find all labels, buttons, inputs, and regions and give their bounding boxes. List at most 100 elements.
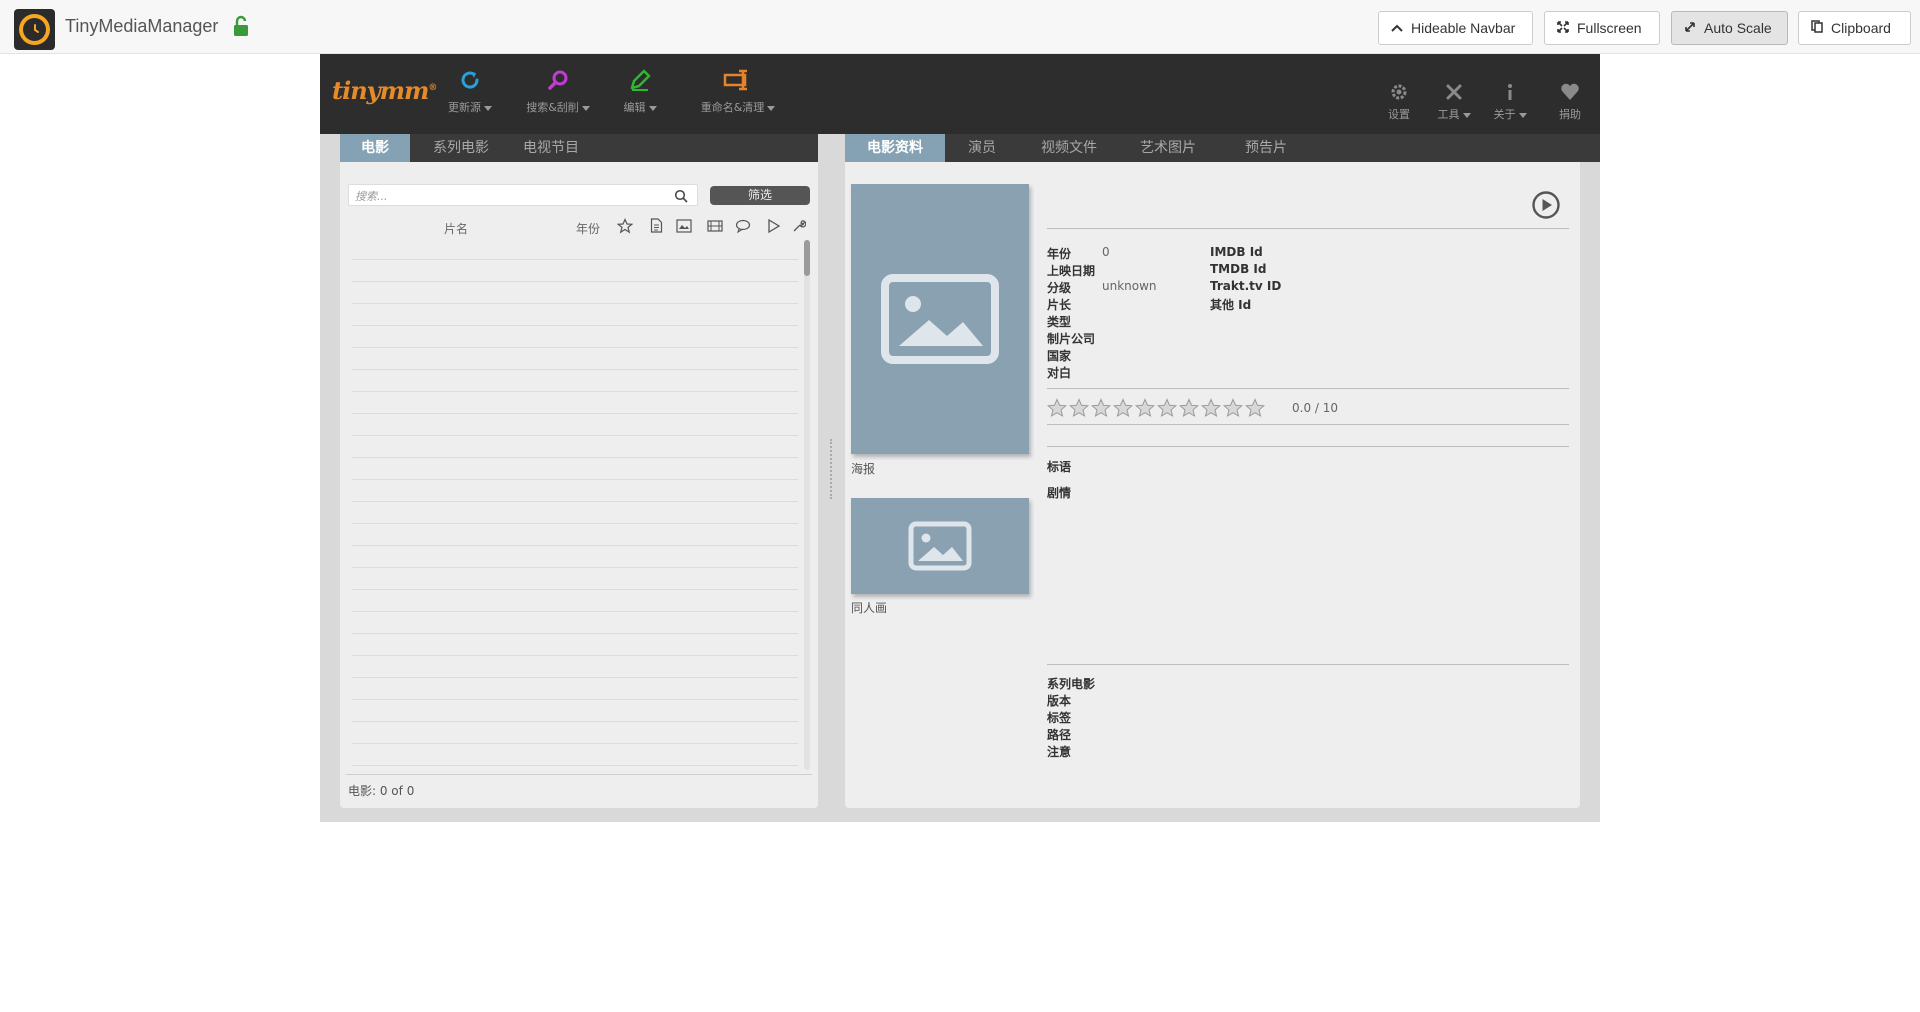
- table-row[interactable]: [352, 524, 798, 546]
- search-scrape-button[interactable]: 搜索&刮削: [520, 68, 596, 115]
- search-input[interactable]: 搜索...: [348, 184, 698, 206]
- table-row[interactable]: [352, 348, 798, 370]
- table-row[interactable]: [352, 700, 798, 722]
- detail-tabs: 电影资料 演员 视频文件 艺术图片 预告片: [845, 134, 1600, 171]
- image-placeholder-icon: [908, 521, 972, 571]
- tags-label: 标签: [1047, 711, 1072, 725]
- table-row[interactable]: [352, 458, 798, 480]
- tab-artwork[interactable]: 艺术图片: [1119, 134, 1217, 162]
- genre-label: 类型: [1047, 315, 1072, 329]
- media-type-tabs: 电影 系列电影 电视节目: [340, 134, 818, 171]
- rating-value: 0.0 / 10: [1292, 401, 1339, 415]
- gear-icon: [1391, 84, 1407, 100]
- image-icon[interactable]: [676, 218, 692, 237]
- chevron-up-icon: [1391, 20, 1403, 36]
- clipboard-label: Clipboard: [1831, 20, 1891, 36]
- film-icon[interactable]: [707, 218, 723, 237]
- fullscreen-button[interactable]: Fullscreen: [1544, 11, 1660, 45]
- tab-tv-shows[interactable]: 电视节目: [506, 134, 596, 162]
- tab-media-files[interactable]: 视频文件: [1019, 134, 1119, 162]
- refresh-icon: [461, 71, 479, 89]
- divider: [1047, 228, 1569, 229]
- list-scrollbar[interactable]: [804, 240, 810, 770]
- search-icon[interactable]: [674, 188, 688, 207]
- tab-movies[interactable]: 电影: [340, 134, 410, 171]
- star-icon: [1157, 398, 1177, 418]
- edit-button[interactable]: 编辑: [616, 68, 664, 115]
- table-row[interactable]: [352, 634, 798, 656]
- table-row[interactable]: [352, 436, 798, 458]
- table-row[interactable]: [352, 678, 798, 700]
- table-row[interactable]: [352, 392, 798, 414]
- poster-image[interactable]: [851, 184, 1029, 454]
- hideable-navbar-button[interactable]: Hideable Navbar: [1378, 11, 1533, 45]
- wrench-icon[interactable]: [792, 218, 807, 237]
- table-row[interactable]: [352, 326, 798, 348]
- star-icon: [1201, 398, 1221, 418]
- image-placeholder-icon: [881, 274, 999, 364]
- fanart-image[interactable]: [851, 498, 1029, 594]
- movie-count: 电影: 0 of 0: [348, 784, 415, 798]
- auto-scale-button[interactable]: Auto Scale: [1671, 11, 1788, 45]
- table-row[interactable]: [352, 656, 798, 678]
- update-sources-button[interactable]: 更新源: [442, 68, 498, 115]
- trakt-id-label: Trakt.tv ID: [1210, 279, 1282, 293]
- tab-trailer[interactable]: 预告片: [1217, 134, 1315, 162]
- column-year-header[interactable]: 年份: [576, 220, 600, 237]
- scrollbar-thumb[interactable]: [804, 240, 810, 276]
- update-sources-label: 更新源: [448, 101, 481, 114]
- movie-details-panel: 海报 同人画 年份 0 上映日期 分级 unknown 片长 类型 制片公司 国…: [845, 162, 1580, 808]
- about-button[interactable]: 关于: [1490, 82, 1530, 122]
- wrench-icon: [1446, 84, 1462, 100]
- table-row[interactable]: [352, 502, 798, 524]
- tools-button[interactable]: 工具: [1434, 82, 1474, 122]
- table-row[interactable]: [352, 612, 798, 634]
- split-pane-handle[interactable]: [830, 439, 832, 499]
- table-row[interactable]: [352, 238, 798, 260]
- rating-stars: [1047, 398, 1265, 418]
- table-row[interactable]: [352, 370, 798, 392]
- rename-icon: [723, 69, 747, 91]
- play-circle-icon[interactable]: [1531, 190, 1561, 224]
- clipboard-icon: [1811, 20, 1823, 36]
- certification-value: unknown: [1102, 279, 1157, 293]
- star-icon: [1135, 398, 1155, 418]
- movie-set-label: 系列电影: [1047, 677, 1096, 691]
- play-trailer-icon[interactable]: [767, 218, 781, 238]
- path-label: 路径: [1047, 728, 1072, 742]
- expand-icon: [1557, 20, 1569, 36]
- table-row[interactable]: [352, 282, 798, 304]
- tab-cast[interactable]: 演员: [945, 134, 1019, 162]
- table-row[interactable]: [352, 304, 798, 326]
- table-row[interactable]: [352, 744, 798, 766]
- settings-label: 设置: [1388, 108, 1410, 121]
- unlocked-icon[interactable]: [233, 15, 249, 41]
- star-icon[interactable]: [616, 218, 634, 238]
- star-icon: [1047, 398, 1067, 418]
- app-logo-icon: [14, 9, 55, 50]
- hideable-navbar-label: Hideable Navbar: [1411, 20, 1516, 36]
- heart-icon: [1561, 83, 1579, 100]
- subtitle-icon[interactable]: [735, 218, 753, 237]
- rename-clean-button[interactable]: 重命名&清理: [694, 68, 782, 115]
- certification-label: 分级: [1047, 281, 1072, 295]
- nfo-icon[interactable]: [650, 218, 663, 237]
- settings-button[interactable]: 设置: [1383, 82, 1415, 122]
- star-icon: [1091, 398, 1111, 418]
- table-row[interactable]: [352, 722, 798, 744]
- donate-button[interactable]: 捐助: [1554, 82, 1586, 122]
- table-row[interactable]: [352, 590, 798, 612]
- filter-button[interactable]: 筛选: [710, 186, 810, 205]
- table-row[interactable]: [352, 414, 798, 436]
- clipboard-button[interactable]: Clipboard: [1798, 11, 1911, 45]
- star-icon: [1113, 398, 1133, 418]
- tab-movie-sets[interactable]: 系列电影: [416, 134, 506, 162]
- imdb-id-label: IMDB Id: [1210, 245, 1263, 259]
- tab-movie-details[interactable]: 电影资料: [845, 134, 945, 171]
- table-row[interactable]: [352, 260, 798, 282]
- brand-logo: tinymm®: [332, 76, 437, 105]
- column-title-header[interactable]: 片名: [444, 220, 468, 237]
- table-row[interactable]: [352, 546, 798, 568]
- table-row[interactable]: [352, 568, 798, 590]
- table-row[interactable]: [352, 480, 798, 502]
